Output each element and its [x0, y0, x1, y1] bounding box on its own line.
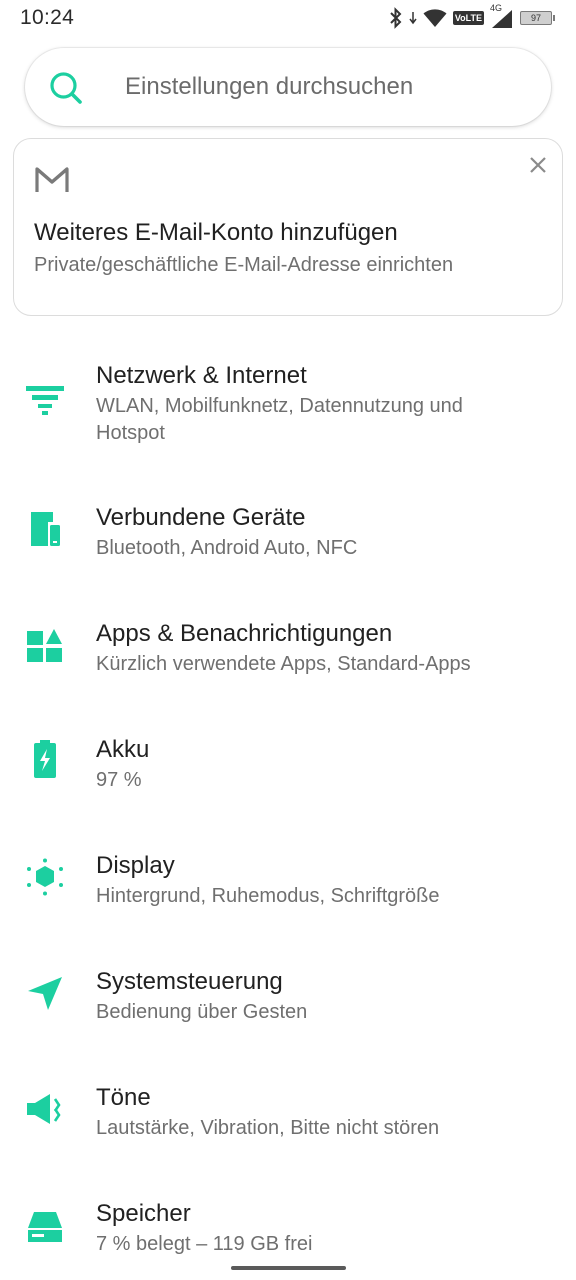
wifi-icon — [423, 9, 447, 27]
sound-icon — [27, 1094, 61, 1124]
settings-item-system-navigation[interactable]: Systemsteuerung Bedienung über Gesten — [0, 954, 576, 1054]
search-input[interactable]: Einstellungen durchsuchen — [125, 73, 413, 101]
gmail-icon — [35, 167, 69, 192]
settings-item-display[interactable]: Display Hintergrund, Ruhemodus, Schriftg… — [0, 838, 576, 938]
settings-item-subtitle: 97 % — [96, 769, 142, 791]
settings-item-subtitle: 7 % belegt – 119 GB frei — [96, 1233, 313, 1255]
settings-item-title: Systemsteuerung — [96, 968, 283, 995]
settings-item-subtitle: Bluetooth, Android Auto, NFC — [96, 537, 358, 559]
home-indicator[interactable] — [231, 1266, 346, 1270]
settings-item-subtitle: WLAN, Mobilfunknetz, Datennutzung und Ho… — [96, 395, 463, 444]
settings-item-title: Töne — [96, 1084, 151, 1111]
suggestion-card[interactable]: Weiteres E-Mail-Konto hinzufügen Private… — [13, 138, 563, 316]
battery-indicator: 97 — [520, 11, 555, 25]
navigation-icon — [28, 977, 62, 1010]
settings-item-title: Speicher — [96, 1200, 191, 1227]
settings-item-subtitle: Kürzlich verwendete Apps, Standard-Apps — [96, 653, 471, 675]
search-icon — [50, 72, 82, 104]
storage-icon — [28, 1212, 62, 1242]
network-icon — [26, 386, 64, 415]
apps-icon — [27, 629, 62, 662]
suggestion-title: Weiteres E-Mail-Konto hinzufügen — [34, 219, 398, 246]
settings-item-subtitle: Bedienung über Gesten — [96, 1001, 308, 1023]
close-icon[interactable] — [528, 155, 548, 175]
settings-item-title: Akku — [96, 736, 150, 763]
settings-item-title: Display — [96, 852, 175, 879]
status-time: 10:24 — [20, 6, 75, 29]
data-arrow-icon — [409, 12, 417, 25]
settings-item-title: Verbundene Geräte — [96, 504, 306, 531]
settings-item-network[interactable]: Netzwerk & Internet WLAN, Mobilfunknetz,… — [0, 340, 576, 464]
display-icon — [27, 858, 63, 896]
settings-item-apps[interactable]: Apps & Benachrichtigungen Kürzlich verwe… — [0, 606, 576, 706]
settings-item-connected-devices[interactable]: Verbundene Geräte Bluetooth, Android Aut… — [0, 490, 576, 590]
settings-item-sounds[interactable]: Töne Lautstärke, Vibration, Bitte nicht … — [0, 1070, 576, 1170]
suggestion-subtitle: Private/geschäftliche E-Mail-Adresse ein… — [34, 254, 454, 276]
settings-item-battery[interactable]: Akku 97 % — [0, 722, 576, 822]
settings-item-subtitle: Lautstärke, Vibration, Bitte nicht störe… — [96, 1117, 440, 1139]
settings-item-storage[interactable]: Speicher 7 % belegt – 119 GB frei — [0, 1186, 576, 1266]
settings-item-subtitle: Hintergrund, Ruhemodus, Schriftgröße — [96, 885, 440, 907]
battery-level: 97 — [530, 13, 541, 23]
volte-icon: VoLTE — [452, 11, 484, 25]
settings-item-title: Netzwerk & Internet — [96, 362, 307, 389]
search-bar[interactable]: Einstellungen durchsuchen — [25, 48, 551, 126]
devices-icon — [31, 512, 60, 546]
signal-icon: 4G — [490, 3, 514, 29]
settings-item-title: Apps & Benachrichtigungen — [96, 620, 393, 647]
bluetooth-icon — [390, 7, 402, 29]
battery-icon — [34, 740, 56, 778]
status-icons: VoLTE 4G 97 — [389, 3, 555, 30]
status-bar: 10:24 VoLTE 4G 97 — [0, 0, 576, 36]
